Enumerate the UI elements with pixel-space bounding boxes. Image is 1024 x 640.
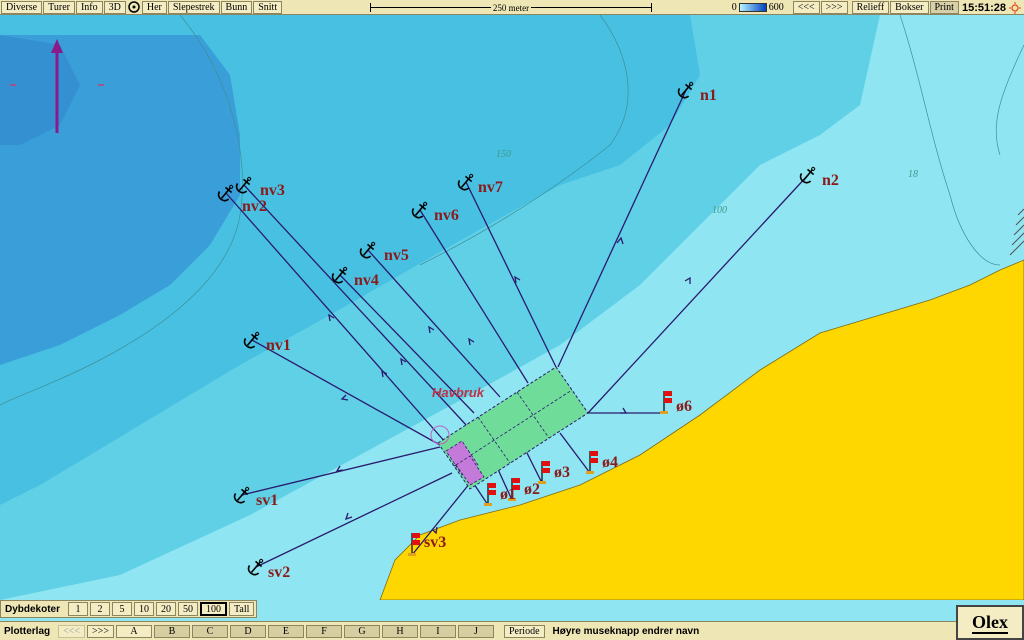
layer-g-button[interactable]: G	[343, 624, 380, 638]
anchor-label-sv1: sv1	[256, 492, 278, 509]
slepestrek-button[interactable]: Slepestrek	[167, 0, 220, 14]
flag-label-ø1: ø1	[500, 486, 516, 503]
anchor-label-n2: n2	[822, 172, 839, 189]
layer-h-button[interactable]: H	[381, 624, 418, 638]
layer-prev-button[interactable]: <<<	[58, 624, 86, 638]
nav-forward-button[interactable]: >>>	[820, 1, 848, 14]
contour-label-150: 150	[496, 149, 511, 160]
clock: 15:51:28	[961, 1, 1006, 14]
periode-button[interactable]: Periode	[503, 624, 545, 638]
turer-button[interactable]: Turer	[43, 0, 75, 14]
diverse-button[interactable]: Diverse	[1, 0, 43, 14]
toolbar-right: 0 600 <<< >>> Relieff Bokser Print 15:51…	[732, 0, 1024, 15]
chart-canvas[interactable]: 150 100 18 Havbruk n1n2nv7nv6nv5nv4nv3nv…	[0, 15, 1024, 600]
plotter-layer-bar: Plotterlag <<< >>> A B C D E F G H I J P…	[0, 621, 956, 640]
depth-5-button[interactable]: 5	[112, 602, 133, 616]
depth-max-label: 600	[768, 2, 784, 13]
top-toolbar: Diverse Turer Info 3D Her Slepestrek Bun…	[0, 0, 1024, 15]
anchor-label-nv3: nv3	[260, 182, 285, 199]
bunn-button[interactable]: Bunn	[220, 0, 253, 14]
flag-label-ø2: ø2	[524, 481, 540, 498]
layer-c-button[interactable]: C	[191, 624, 228, 638]
layer-f-button[interactable]: F	[305, 624, 342, 638]
layer-next-button[interactable]: >>>	[87, 624, 114, 638]
olex-logo: Olex	[956, 605, 1024, 640]
bokser-button[interactable]: Bokser	[890, 1, 929, 14]
tall-button[interactable]: Tall	[229, 602, 255, 616]
layer-j-button[interactable]: J	[457, 624, 494, 638]
brand-label: Olex	[972, 611, 1008, 634]
anchor-label-nv1: nv1	[266, 337, 291, 354]
depth-20-button[interactable]: 20	[156, 602, 177, 616]
anchor-label-nv7: nv7	[478, 179, 503, 196]
scale-label: 250 meter	[490, 2, 532, 13]
anchor-label-nv6: nv6	[434, 207, 459, 224]
depth-1-button[interactable]: 1	[68, 602, 89, 616]
sun-icon	[1009, 1, 1021, 14]
anchor-label-nv4: nv4	[354, 272, 379, 289]
layer-e-button[interactable]: E	[267, 624, 304, 638]
layer-a-button[interactable]: A	[115, 624, 152, 638]
flag-label-ø3: ø3	[554, 464, 570, 481]
depth-10-button[interactable]: 10	[134, 602, 155, 616]
target-icon[interactable]	[128, 1, 141, 14]
depth-2-button[interactable]: 2	[90, 602, 111, 616]
flag-label-ø6: ø6	[676, 398, 692, 415]
print-button[interactable]: Print	[929, 1, 959, 14]
layer-d-button[interactable]: D	[229, 624, 266, 638]
depth-100-button[interactable]: 100	[200, 602, 228, 616]
layer-i-button[interactable]: I	[419, 624, 456, 638]
relieff-button[interactable]: Relieff	[851, 1, 890, 14]
snitt-button[interactable]: Snitt	[253, 0, 283, 14]
depth-min-label: 0	[731, 2, 737, 13]
her-button[interactable]: Her	[141, 0, 167, 14]
depth-color-scale[interactable]	[738, 3, 767, 12]
3d-button[interactable]: 3D	[103, 0, 126, 14]
depth-50-button[interactable]: 50	[178, 602, 199, 616]
hint-text: Høyre museknapp endrer navn	[552, 625, 700, 637]
chart-map[interactable]: 150 100 18 Havbruk n1 n2 nv7 nv6 nv5 nv4…	[0, 15, 1024, 600]
anchor-label-nv5: nv5	[384, 247, 409, 264]
plotterlag-label: Plotterlag	[4, 625, 51, 637]
contour-label-18: 18	[908, 169, 918, 180]
nav-back-button[interactable]: <<<	[792, 1, 820, 14]
scale-bar: 250 meter	[370, 0, 652, 15]
anchor-label-sv2: sv2	[268, 564, 290, 581]
olex-chart-window: Diverse Turer Info 3D Her Slepestrek Bun…	[0, 0, 1024, 640]
anchor-label-nv2: nv2	[242, 198, 267, 215]
depth-contour-bar: Dybdekoter 1 2 5 10 20 50 100 Tall	[0, 600, 258, 618]
flag-label-sv3: sv3	[424, 534, 446, 551]
flag-label-ø4: ø4	[602, 454, 618, 471]
anchor-label-n1: n1	[700, 87, 717, 104]
info-button[interactable]: Info	[75, 0, 103, 14]
farm-label: Havbruk	[432, 385, 485, 400]
contour-label-100: 100	[712, 205, 727, 216]
layer-b-button[interactable]: B	[153, 624, 190, 638]
dybdekoter-label: Dybdekoter	[5, 603, 61, 615]
